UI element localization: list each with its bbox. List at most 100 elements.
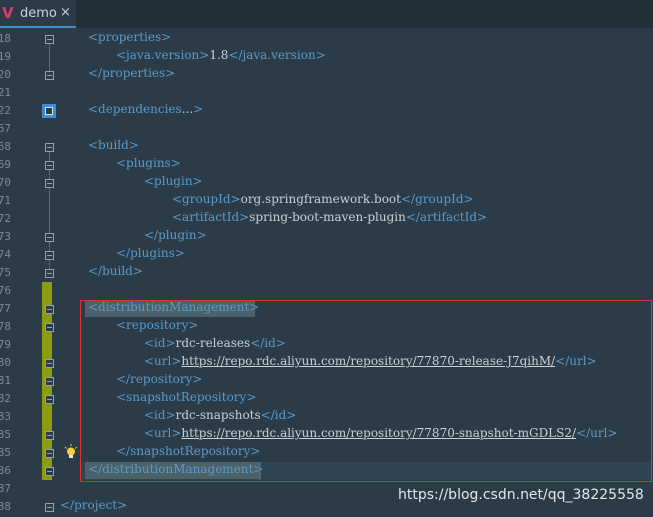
- collapse-fold-icon[interactable]: [45, 359, 54, 368]
- code-text: <distributionManagement>: [88, 300, 259, 318]
- line-number: 72: [0, 212, 11, 225]
- xml-tag: <id>: [144, 408, 176, 422]
- collapse-fold-icon[interactable]: [45, 179, 54, 188]
- xml-tag: </distributionManagement>: [88, 462, 264, 476]
- code-line[interactable]: 74 </plugins>: [0, 246, 653, 264]
- xml-tag: </url>: [576, 426, 618, 440]
- line-number: 82: [0, 392, 11, 405]
- collapse-fold-icon[interactable]: [45, 71, 54, 80]
- line-number: 71: [0, 194, 11, 207]
- xml-tag: <dependencies: [88, 102, 182, 116]
- xml-tag: <repository>: [116, 318, 199, 332]
- code-line[interactable]: 71 <groupId>org.springframework.boot</gro…: [0, 192, 653, 210]
- lightbulb-icon[interactable]: [64, 444, 78, 460]
- text-caret: [259, 462, 260, 480]
- code-line[interactable]: 72 <artifactId>spring-boot-maven-plugin</…: [0, 210, 653, 228]
- code-text: </snapshotRepository>: [116, 444, 260, 462]
- line-number: 85: [0, 428, 11, 441]
- close-icon[interactable]: ×: [60, 5, 71, 20]
- code-text: </plugins>: [116, 246, 185, 264]
- code-line[interactable]: 20 </properties>: [0, 66, 653, 84]
- collapse-fold-icon[interactable]: [45, 449, 54, 458]
- collapse-fold-icon[interactable]: [45, 143, 54, 152]
- xml-tag: <id>: [144, 336, 176, 350]
- url-link[interactable]: https://repo.rdc.aliyun.com/repository/7…: [181, 426, 576, 440]
- expand-fold-icon[interactable]: [42, 104, 56, 118]
- xml-tag: </project>: [60, 498, 128, 512]
- line-number: 86: [0, 464, 11, 477]
- code-line[interactable]: 80 <url>https://repo.rdc.aliyun.com/repos…: [0, 354, 653, 372]
- code-line[interactable]: 83 <id>rdc-snapshots</id>: [0, 408, 653, 426]
- collapse-fold-icon[interactable]: [45, 35, 54, 44]
- code-text: <artifactId>spring-boot-maven-plugin</ar…: [172, 210, 487, 228]
- collapse-fold-icon[interactable]: [45, 467, 54, 476]
- xml-tag: <plugin>: [144, 174, 203, 188]
- xml-tag: </java.version>: [228, 48, 326, 62]
- line-number: 68: [0, 140, 11, 153]
- tag-value: rdc-snapshots: [175, 408, 261, 422]
- code-text: <url>https://repo.rdc.aliyun.com/reposit…: [144, 426, 618, 444]
- code-line[interactable]: 67: [0, 120, 653, 138]
- tab-demo[interactable]: V demo ×: [0, 0, 76, 28]
- url-link[interactable]: https://repo.rdc.aliyun.com/repository/7…: [181, 354, 555, 368]
- collapse-fold-icon[interactable]: [45, 377, 54, 386]
- xml-tag: >: [193, 102, 204, 116]
- code-text: <url>https://repo.rdc.aliyun.com/reposit…: [144, 354, 597, 372]
- xml-tag: </properties>: [88, 66, 176, 80]
- code-line[interactable]: 19 <java.version>1.8</java.version>: [0, 48, 653, 66]
- code-line[interactable]: 22 <dependencies...>: [0, 102, 653, 120]
- code-line[interactable]: 21: [0, 84, 653, 102]
- xml-tag: </snapshotRepository>: [116, 444, 261, 458]
- xml-tag: </id>: [250, 336, 286, 350]
- code-line[interactable]: 18 <properties>: [0, 30, 653, 48]
- code-line[interactable]: 82 <snapshotRepository>: [0, 390, 653, 408]
- collapse-fold-icon[interactable]: [45, 323, 54, 332]
- code-line[interactable]: 77 <distributionManagement>: [0, 300, 653, 318]
- code-line[interactable]: 76: [0, 282, 653, 300]
- line-number: 18: [0, 32, 11, 45]
- code-line[interactable]: 73 </plugin>: [0, 228, 653, 246]
- tag-value: spring-boot-maven-plugin: [249, 210, 406, 224]
- collapse-fold-icon[interactable]: [45, 251, 54, 260]
- xml-tag: </plugins>: [116, 246, 185, 260]
- code-line[interactable]: 86 </distributionManagement>: [0, 462, 653, 480]
- code-text: </project>: [60, 498, 127, 516]
- collapse-fold-icon[interactable]: [45, 305, 54, 314]
- code-text: </repository>: [116, 372, 202, 390]
- code-line[interactable]: 79 <id>rdc-releases</id>: [0, 336, 653, 354]
- xml-tag: <url>: [144, 354, 182, 368]
- code-line[interactable]: 78 <repository>: [0, 318, 653, 336]
- collapse-fold-icon[interactable]: [45, 269, 54, 278]
- collapse-fold-icon[interactable]: [45, 431, 54, 440]
- line-number: 77: [0, 302, 11, 315]
- xml-tag: <snapshotRepository>: [116, 390, 257, 404]
- code-line[interactable]: 75 </build>: [0, 264, 653, 282]
- code-text: <id>rdc-snapshots</id>: [144, 408, 296, 426]
- xml-tag: </repository>: [116, 372, 203, 386]
- line-number: 19: [0, 50, 11, 63]
- tab-label: demo: [20, 6, 57, 21]
- code-text: </plugin>: [144, 228, 207, 246]
- code-text: </properties>: [88, 66, 175, 84]
- code-line[interactable]: 68 <build>: [0, 138, 653, 156]
- code-line[interactable]: 85 <url>https://repo.rdc.aliyun.com/repos…: [0, 426, 653, 444]
- code-text: <snapshotRepository>: [116, 390, 256, 408]
- code-text: <java.version>1.8</java.version>: [116, 48, 326, 66]
- code-text: <repository>: [116, 318, 198, 336]
- code-line[interactable]: 81 </repository>: [0, 372, 653, 390]
- xml-tag: </artifactId>: [405, 210, 488, 224]
- collapse-fold-icon[interactable]: [45, 233, 54, 242]
- collapse-fold-icon[interactable]: [45, 395, 54, 404]
- watermark: https://blog.csdn.net/qq_38225558: [398, 487, 644, 503]
- code-line[interactable]: 70 <plugin>: [0, 174, 653, 192]
- collapse-fold-icon[interactable]: [45, 503, 54, 512]
- collapse-fold-icon[interactable]: [45, 161, 54, 170]
- code-line[interactable]: 85 </snapshotRepository>: [0, 444, 653, 462]
- code-editor[interactable]: 18 <properties> 19 <java.version>1.8</java.…: [0, 30, 653, 517]
- line-number: 67: [0, 122, 11, 135]
- line-number: 75: [0, 266, 11, 279]
- code-line[interactable]: 69 <plugins>: [0, 156, 653, 174]
- line-number: 88: [0, 500, 11, 513]
- line-number: 83: [0, 410, 11, 423]
- code-text: <plugin>: [144, 174, 203, 192]
